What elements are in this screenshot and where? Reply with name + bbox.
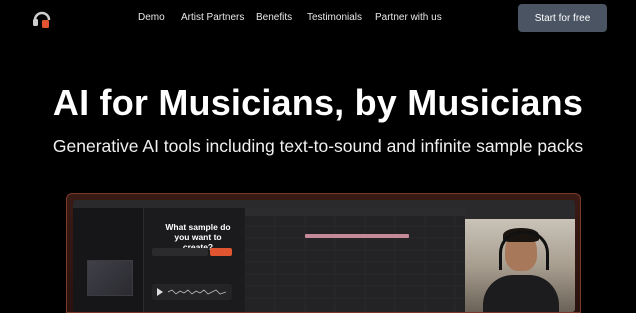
waveform-icon — [168, 289, 226, 295]
headphones-icon — [499, 231, 549, 270]
timeline-gridlines — [245, 216, 465, 312]
prompt-input[interactable] — [152, 248, 208, 256]
timeline-toolbar — [245, 208, 465, 216]
top-nav: Demo Artist Partners Benefits Testimonia… — [0, 0, 636, 36]
hero-subtitle: Generative AI tools including text-to-so… — [52, 136, 584, 156]
app-titlebar — [73, 200, 575, 208]
sample-pack-thumbnail — [87, 260, 133, 296]
app-screenshot: What sample do you want to create? — [73, 200, 575, 312]
nav-link-partner-with-us[interactable]: Partner with us — [375, 12, 442, 23]
nav-link-testimonials[interactable]: Testimonials — [307, 12, 362, 23]
audio-clip[interactable] — [305, 234, 409, 238]
app-prompt-panel: What sample do you want to create? — [144, 208, 244, 312]
app-preview-frame: What sample do you want to create? — [66, 193, 581, 313]
headphones-logo-icon[interactable] — [31, 6, 53, 30]
person-body — [483, 275, 559, 312]
nav-link-artist-partners[interactable]: Artist Partners — [181, 12, 244, 23]
timeline-grid[interactable] — [245, 208, 465, 312]
audio-player[interactable] — [152, 284, 232, 300]
hero-title: AI for Musicians, by Musicians — [52, 82, 584, 123]
start-for-free-button[interactable]: Start for free — [518, 4, 607, 32]
app-left-panel — [73, 208, 144, 312]
play-icon[interactable] — [157, 288, 163, 296]
generate-button[interactable] — [210, 248, 232, 256]
nav-link-benefits[interactable]: Benefits — [256, 12, 292, 23]
nav-link-demo[interactable]: Demo — [138, 12, 165, 23]
webcam-video — [465, 219, 575, 312]
